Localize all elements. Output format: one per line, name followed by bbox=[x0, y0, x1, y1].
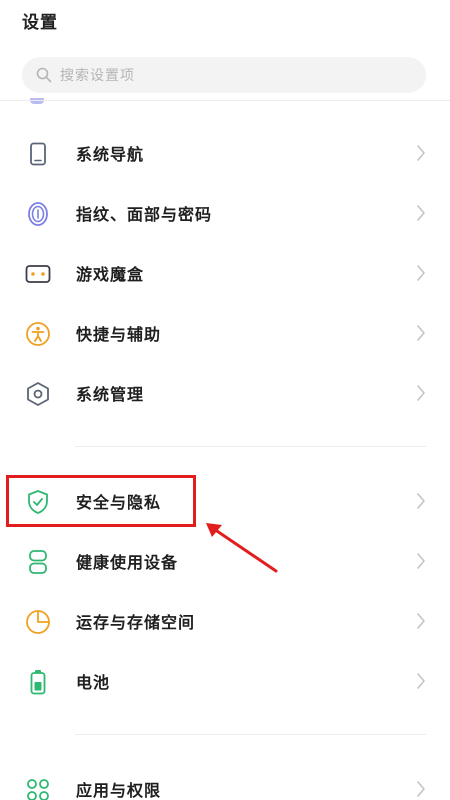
settings-item-label: 系统管理 bbox=[76, 385, 145, 404]
settings-item-label: 应用与权限 bbox=[76, 781, 162, 800]
fingerprint-icon bbox=[25, 201, 51, 227]
settings-item-label: 电池 bbox=[76, 673, 111, 692]
settings-item-battery[interactable]: 电池 bbox=[0, 652, 450, 710]
annotation-highlight-box bbox=[6, 475, 196, 527]
battery-icon bbox=[25, 669, 51, 695]
hexagon-settings-icon bbox=[25, 381, 51, 407]
settings-item-label: 健康使用设备 bbox=[76, 553, 179, 572]
settings-item-apps-permissions[interactable]: 应用与权限 bbox=[0, 760, 450, 800]
header-divider bbox=[0, 100, 450, 101]
search-placeholder: 搜索设置项 bbox=[60, 68, 135, 84]
settings-item-label: 指纹、面部与密码 bbox=[76, 205, 213, 224]
settings-screen: 设置 搜索设置项 系统导航 指纹、面部与密码 游戏魔盒 快捷与辅助 系统管理 安… bbox=[0, 0, 450, 800]
settings-item-label: 系统导航 bbox=[76, 145, 145, 164]
accessibility-icon bbox=[25, 321, 51, 347]
pie-chart-icon bbox=[25, 609, 51, 635]
search-icon bbox=[36, 67, 52, 83]
settings-item-system-management[interactable]: 系统管理 bbox=[0, 364, 450, 422]
chevron-right-icon bbox=[417, 325, 425, 341]
chevron-right-icon bbox=[417, 385, 425, 401]
hourglass-icon bbox=[25, 549, 51, 575]
settings-item-label: 游戏魔盒 bbox=[76, 265, 145, 284]
settings-item-shortcuts-accessibility[interactable]: 快捷与辅助 bbox=[0, 304, 450, 362]
settings-item-system-navigation[interactable]: 系统导航 bbox=[0, 124, 450, 182]
phone-outline-icon bbox=[25, 141, 51, 167]
settings-item-game-box[interactable]: 游戏魔盒 bbox=[0, 244, 450, 302]
chevron-right-icon bbox=[417, 613, 425, 629]
page-title: 设置 bbox=[22, 13, 58, 33]
partial-icon bbox=[30, 98, 44, 104]
section-divider bbox=[75, 734, 426, 735]
settings-item-label: 运存与存储空间 bbox=[76, 613, 196, 632]
chevron-right-icon bbox=[417, 673, 425, 689]
chevron-right-icon bbox=[417, 265, 425, 281]
chevron-right-icon bbox=[417, 553, 425, 569]
chevron-right-icon bbox=[417, 145, 425, 161]
chevron-right-icon bbox=[417, 205, 425, 221]
annotation-arrow-icon bbox=[206, 523, 278, 573]
section-divider bbox=[75, 446, 426, 447]
settings-item-fingerprint-face-password[interactable]: 指纹、面部与密码 bbox=[0, 184, 450, 242]
chevron-right-icon bbox=[417, 781, 425, 797]
gamepad-icon bbox=[25, 261, 51, 287]
settings-item-label: 快捷与辅助 bbox=[76, 325, 162, 344]
chevron-right-icon bbox=[417, 493, 425, 509]
apps-grid-icon bbox=[25, 777, 51, 800]
search-input[interactable]: 搜索设置项 bbox=[22, 57, 426, 93]
settings-item-memory-storage[interactable]: 运存与存储空间 bbox=[0, 592, 450, 650]
